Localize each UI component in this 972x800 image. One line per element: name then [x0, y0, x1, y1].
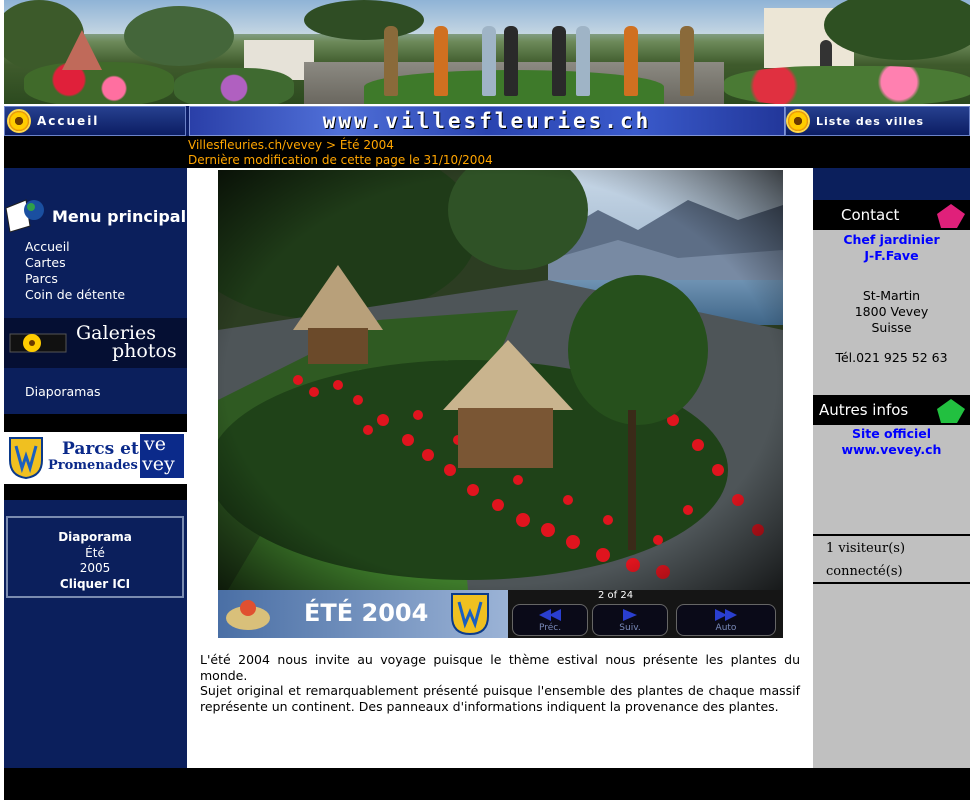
vevey-logo-box: ve vey: [140, 434, 184, 478]
article-paragraph-1: L'été 2004 nous invite au voyage puisque…: [200, 652, 800, 683]
garden-photo: [218, 170, 783, 590]
diaporama-link[interactable]: Cliquer ICI: [8, 577, 182, 593]
nav-home-label: Accueil: [37, 114, 100, 128]
slideshow-controls: ÉTÉ 2004 2 of 24 Préc. Suiv. Auto: [218, 590, 783, 638]
menu-item-diaporamas[interactable]: Diaporamas: [25, 384, 101, 400]
address-line-2: 1800 Vevey: [854, 304, 929, 319]
menu-item-accueil[interactable]: Accueil: [25, 239, 70, 255]
next-arrow-icon: [623, 609, 637, 621]
nav-home-button[interactable]: Accueil: [4, 106, 186, 136]
slide-counter: 2 of 24: [598, 590, 634, 601]
gardener-line-1[interactable]: Chef jardinier: [813, 232, 970, 248]
sidebar-divider: [4, 484, 187, 500]
slideshow-title: ÉTÉ 2004: [304, 599, 429, 627]
green-gem-icon: [937, 399, 965, 423]
site-url-title: www.villesfleuries.ch: [322, 109, 652, 133]
prev-arrow-icon: [539, 609, 561, 621]
vevey-crest-icon: [451, 593, 489, 636]
sunflower-icon: [788, 111, 808, 131]
visitor-divider-bottom: [813, 582, 970, 584]
diaporama-line-3: 2005: [79, 561, 111, 575]
main-menu-header: Menu principal: [4, 192, 187, 240]
visitor-count-line-1: 1 visiteur(s): [826, 541, 906, 556]
parcs-logo-text-4: vey: [142, 453, 175, 475]
official-site-link-2[interactable]: www.vevey.ch: [813, 442, 970, 458]
menu-item-coin-detente[interactable]: Coin de détente: [25, 287, 125, 303]
right-top-band: [813, 168, 970, 202]
breadcrumb[interactable]: Villesfleuries.ch/vevey > Été 2004: [188, 138, 394, 153]
slideshow-title-panel: ÉTÉ 2004: [218, 590, 508, 638]
prev-button[interactable]: Préc.: [512, 604, 588, 636]
contact-title: Contact: [841, 206, 900, 224]
official-site-link-1[interactable]: Site officiel: [813, 426, 970, 442]
gallery-title-2: photos: [112, 340, 177, 362]
menu-item-cartes[interactable]: Cartes: [25, 255, 66, 271]
next-label: Suiv.: [619, 623, 641, 633]
sidebar-divider: [4, 414, 187, 432]
diaporama-2005-box[interactable]: Diaporama Été 2005 Cliquer ICI: [6, 516, 184, 598]
nav-cities-button[interactable]: Liste des villes: [785, 106, 970, 136]
villesfleuries-logo-icon: [226, 600, 270, 630]
main-menu-title: Menu principal: [52, 206, 187, 226]
parcs-logo-text-2: Promenades: [48, 458, 138, 473]
site-title-banner[interactable]: www.villesfleuries.ch: [189, 106, 785, 136]
visitor-count-line-2: connecté(s): [826, 564, 903, 579]
visitor-divider-top: [813, 534, 970, 536]
parcs-logo-text-1: Parcs et: [62, 439, 139, 459]
film-flower-icon: [9, 333, 67, 353]
other-info-title: Autres infos: [819, 401, 909, 419]
address-line-1: St-Martin: [862, 288, 921, 303]
last-modified-text: Dernière modification de cette page le 3…: [188, 153, 493, 167]
sunflower-icon: [9, 111, 29, 131]
parcs-logo-text-3: ve: [144, 433, 166, 455]
article-paragraph-2: Sujet original et remarquablement présen…: [200, 683, 800, 714]
gardener-line-2[interactable]: J-F.Fave: [813, 248, 970, 264]
header-banner-photo: [4, 0, 970, 104]
vevey-crest-icon: [9, 437, 43, 480]
address-line-3: Suisse: [871, 320, 912, 335]
globe-paper-icon: [5, 199, 44, 233]
phone-number: Tél.021 925 52 63: [835, 350, 948, 365]
auto-play-button[interactable]: Auto: [676, 604, 776, 636]
pink-gem-icon: [937, 204, 965, 228]
contact-header: Contact: [813, 200, 970, 230]
next-button[interactable]: Suiv.: [592, 604, 668, 636]
gallery-header: Galeries photos: [4, 318, 187, 368]
fast-forward-icon: [715, 609, 737, 621]
prev-label: Préc.: [538, 623, 562, 633]
menu-item-parcs[interactable]: Parcs: [25, 271, 58, 287]
nav-cities-label: Liste des villes: [816, 114, 925, 128]
diaporama-line-1: Diaporama: [58, 530, 132, 544]
other-info-header: Autres infos: [813, 395, 970, 425]
auto-label: Auto: [715, 623, 737, 633]
footer-bar: [4, 768, 970, 800]
slideshow-photo: [218, 170, 783, 590]
parcs-promenades-logo[interactable]: Parcs et Promenades ve vey: [4, 432, 187, 484]
article-text: L'été 2004 nous invite au voyage puisque…: [200, 652, 800, 714]
diaporama-line-2: Été: [85, 545, 105, 560]
